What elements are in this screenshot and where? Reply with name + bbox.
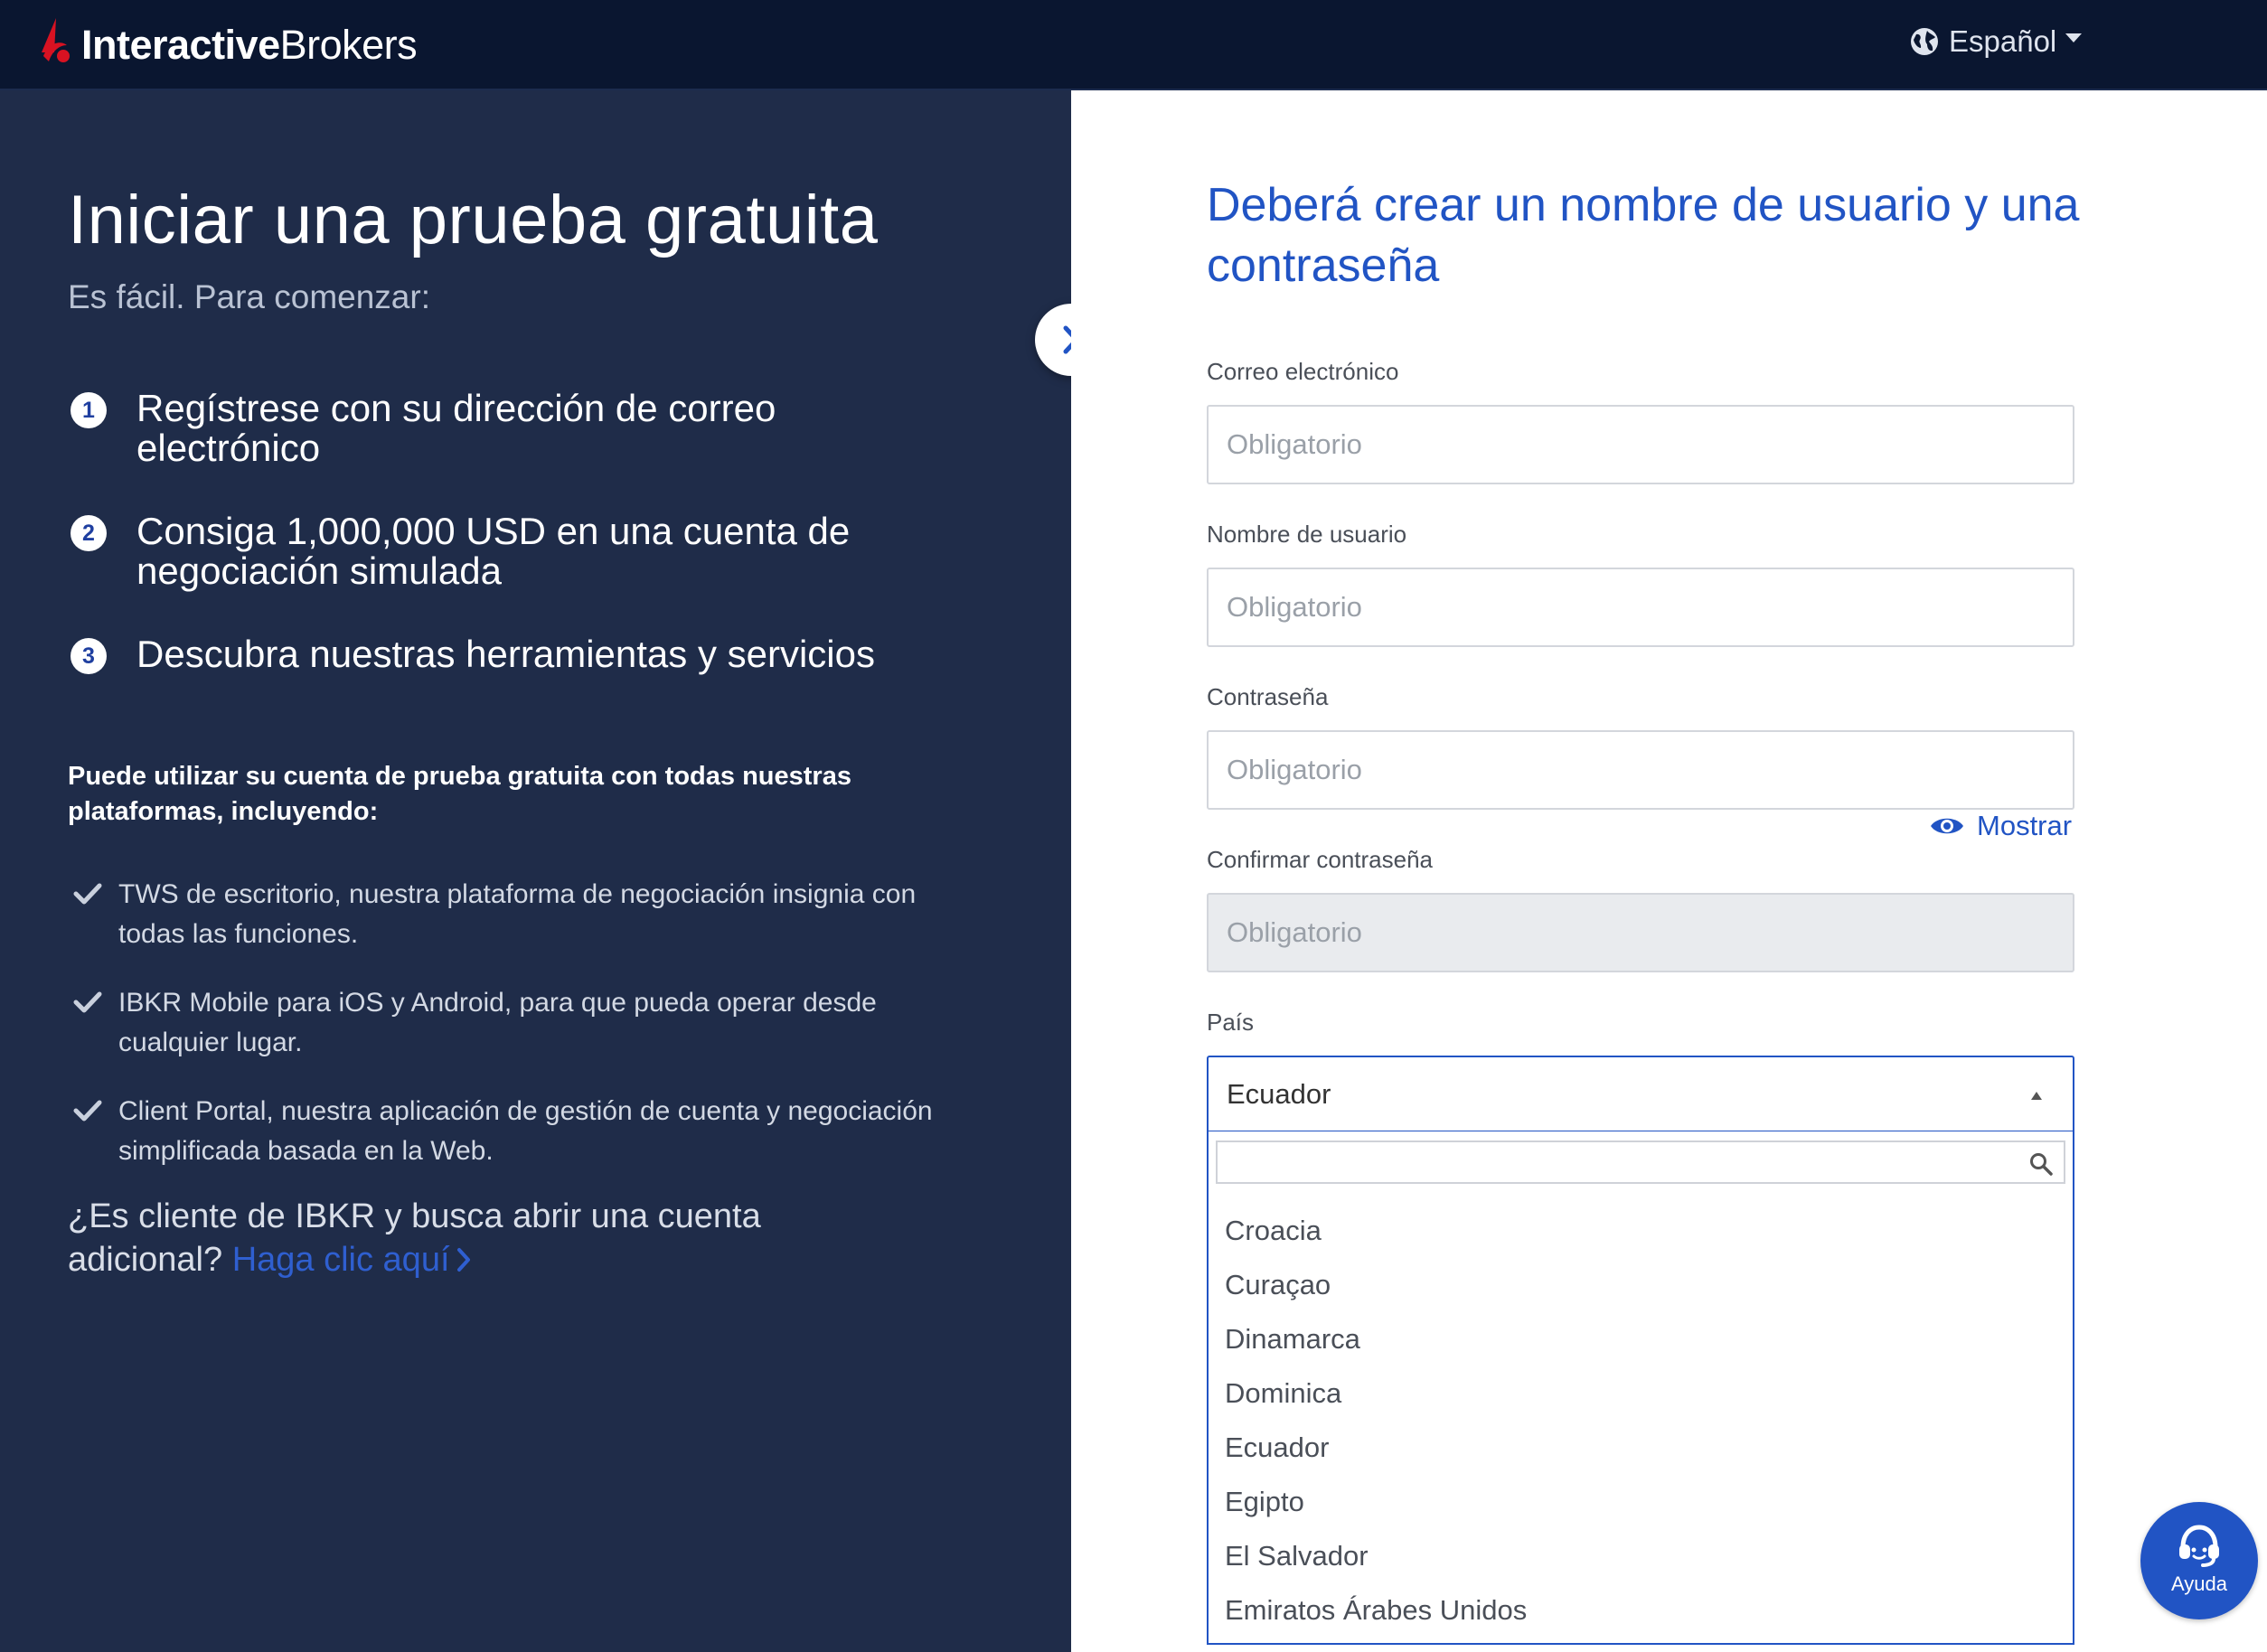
country-option[interactable]: Curaçao (1209, 1258, 2073, 1312)
page-title: Iniciar una prueba gratuita (68, 182, 879, 258)
chevron-right-icon (456, 1248, 470, 1272)
chevron-up-icon (2031, 1092, 2042, 1100)
show-password-toggle[interactable]: Mostrar (1930, 808, 2072, 844)
platform-text: Client Portal, nuestra aplicación de ges… (118, 1096, 933, 1166)
checkmark-icon (73, 883, 102, 905)
ib-logo-icon (42, 18, 70, 62)
email-field[interactable] (1207, 405, 2074, 484)
platform-item: TWS de escritorio, nuestra plataforma de… (68, 875, 936, 954)
country-label: País (1207, 1009, 1255, 1036)
form-title: Deberá crear un nombre de usuario y una … (1207, 179, 2080, 292)
additional-account-link-label: Haga clic aquí (231, 1241, 450, 1279)
headset-icon (2179, 1525, 2219, 1567)
country-option[interactable]: El Salvador (1209, 1529, 2073, 1583)
step-item: 2 Consiga 1,000,000 USD en una cuenta de… (68, 512, 936, 591)
additional-account-link[interactable]: Haga clic aquí (232, 1241, 472, 1279)
eye-icon (1931, 818, 1963, 834)
username-field[interactable] (1207, 568, 2074, 647)
step-number: 1 (71, 392, 107, 428)
country-option[interactable]: Dominica (1209, 1366, 2073, 1421)
language-label: Español (1949, 24, 2057, 58)
country-selected-value: Ecuador (1227, 1077, 1331, 1110)
step-text: Consiga 1,000,000 USD en una cuenta de n… (136, 510, 851, 592)
checkmark-icon (73, 991, 102, 1013)
step-number: 3 (71, 638, 107, 674)
step-item: 1 Regístrese con su dirección de correo … (68, 389, 936, 468)
search-icon (2030, 1153, 2053, 1176)
country-dropdown: Croacia Curaçao Dinamarca Dominica Ecuad… (1207, 1131, 2074, 1645)
language-selector[interactable]: Español (1909, 22, 2083, 61)
country-option[interactable]: Dinamarca (1209, 1312, 2073, 1366)
existing-client-prompt: ¿Es cliente de IBKR y busca abrir una cu… (68, 1195, 881, 1281)
show-password-label: Mostrar (1977, 810, 2073, 841)
country-options-list: Croacia Curaçao Dinamarca Dominica Ecuad… (1209, 1204, 2073, 1638)
password-field[interactable] (1207, 730, 2074, 810)
country-option[interactable]: Croacia (1209, 1204, 2073, 1258)
platform-item: IBKR Mobile para iOS y Android, para que… (68, 983, 936, 1063)
step-text: Regístrese con su dirección de correo el… (136, 387, 776, 469)
country-search-input[interactable] (1218, 1142, 2013, 1182)
password-label: Contraseña (1207, 683, 1329, 710)
brand-name: InteractiveBrokers (81, 22, 418, 68)
signup-form: Deberá crear un nombre de usuario y una … (1071, 90, 2267, 1652)
step-item: 3 Descubra nuestras herramientas y servi… (68, 634, 875, 674)
country-select[interactable]: Ecuador (1207, 1056, 2074, 1131)
checkmark-icon (73, 1100, 102, 1122)
top-bar: InteractiveBrokers Español (0, 0, 2267, 90)
globe-icon (1911, 28, 1938, 55)
country-search (1216, 1140, 2065, 1184)
confirm-password-label: Confirmar contraseña (1207, 846, 1433, 873)
platform-text: TWS de escritorio, nuestra plataforma de… (118, 879, 917, 949)
chevron-down-icon (2065, 33, 2083, 42)
ib-logo[interactable]: InteractiveBrokers (36, 13, 418, 78)
step-text: Descubra nuestras herramientas y servici… (136, 633, 875, 675)
platform-item: Client Portal, nuestra aplicación de ges… (68, 1092, 936, 1171)
step-number: 2 (71, 515, 107, 551)
platforms-intro: Puede utilizar su cuenta de prueba gratu… (68, 762, 851, 826)
platform-text: IBKR Mobile para iOS y Android, para que… (118, 988, 877, 1057)
country-option[interactable]: Ecuador (1209, 1421, 2073, 1475)
username-label: Nombre de usuario (1207, 521, 1407, 548)
country-option[interactable]: Egipto (1209, 1475, 2073, 1529)
page-subtitle: Es fácil. Para comenzar: (68, 278, 430, 315)
help-button[interactable]: Ayuda (2140, 1502, 2258, 1619)
email-label: Correo electrónico (1207, 358, 1399, 385)
country-option[interactable]: Emiratos Árabes Unidos (1209, 1583, 2073, 1638)
confirm-password-field[interactable] (1207, 893, 2074, 972)
info-panel: Iniciar una prueba gratuita Es fácil. Pa… (0, 90, 1071, 1652)
help-label: Ayuda (2171, 1572, 2227, 1595)
